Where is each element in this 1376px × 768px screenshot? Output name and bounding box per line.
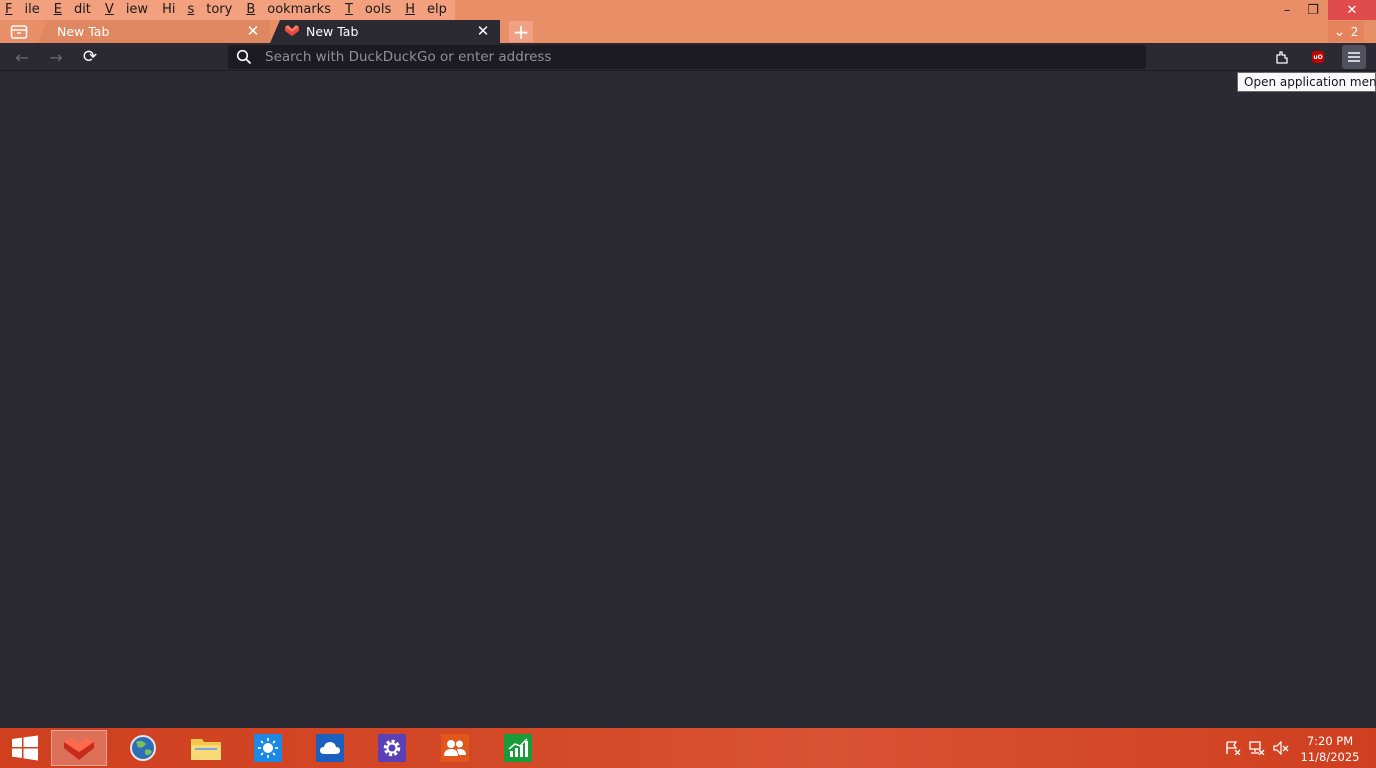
menu-view[interactable]: View [105, 0, 150, 20]
tab-title: New Tab [306, 24, 359, 39]
finance-tile [504, 734, 532, 762]
onedrive-tile [316, 734, 344, 762]
speaker-muted-icon [1273, 741, 1289, 755]
list-all-tabs-button[interactable]: ⌄ 2 [1328, 21, 1364, 42]
taskbar-file-explorer[interactable] [178, 730, 234, 766]
clock-date: 11/8/2025 [1300, 750, 1360, 764]
puzzle-icon [1276, 51, 1288, 64]
menu-bar: File Edit View Hi s tory Bookmarks Tools H… [0, 0, 455, 20]
network-icon[interactable] [1248, 740, 1266, 756]
cloud-icon [320, 742, 340, 754]
ublock-origin-button[interactable]: uO [1306, 45, 1330, 69]
taskbar-onedrive[interactable] [302, 730, 358, 766]
start-button[interactable] [0, 728, 50, 768]
new-tab-button[interactable]: + [509, 20, 533, 44]
ethernet-icon [1249, 741, 1265, 755]
system-clock[interactable]: 7:20 PM 11/8/2025 [1300, 733, 1360, 765]
flag-icon [1226, 741, 1241, 755]
weather-tile [254, 734, 282, 762]
search-icon [236, 49, 252, 65]
taskbar-settings[interactable] [364, 730, 420, 766]
taskbar: 7:20 PM 11/8/2025 [0, 728, 1376, 768]
page-content[interactable] [0, 71, 1376, 728]
forward-arrow-icon: → [49, 47, 63, 67]
firefox-view-icon [10, 24, 28, 39]
taskbar-firefox[interactable] [51, 730, 107, 766]
menu-edit[interactable]: Edit [54, 0, 93, 20]
chart-icon [508, 738, 528, 757]
menu-file[interactable]: File [5, 0, 42, 20]
tab-new-tab-2[interactable]: New Tab ✕ [270, 20, 500, 43]
close-window-button[interactable]: ✕ [1328, 0, 1376, 20]
menu-help[interactable]: Help [405, 0, 449, 20]
firefox-favicon-icon [285, 25, 299, 36]
folder-icon [191, 739, 221, 760]
navigation-bar: ← → ⟳ uO [0, 43, 1376, 71]
ublock-icon: uO [1312, 51, 1324, 63]
globe-icon [130, 735, 156, 761]
restore-button[interactable]: ❐ [1300, 0, 1326, 20]
sun-icon [258, 738, 278, 758]
reload-button[interactable]: ⟳ [78, 46, 102, 68]
taskbar-people[interactable] [427, 730, 483, 766]
people-tile [441, 734, 469, 762]
extensions-button[interactable] [1270, 45, 1294, 69]
back-button[interactable]: ← [10, 46, 34, 68]
application-menu-tooltip: Open application menu [1237, 72, 1376, 92]
tab-title: New Tab [57, 24, 110, 39]
taskbar-earth[interactable] [115, 730, 171, 766]
menu-tools[interactable]: Tools [345, 0, 393, 20]
close-tab-icon[interactable]: ✕ [246, 23, 260, 39]
gear-icon [383, 739, 401, 757]
tab-count: 2 [1350, 24, 1359, 39]
forward-button[interactable]: → [44, 46, 68, 68]
title-bar: File Edit View Hi s tory Bookmarks Tools H… [0, 0, 1376, 20]
firefox-developer-icon [64, 737, 94, 760]
chevron-down-icon: ⌄ [1333, 23, 1346, 40]
back-arrow-icon: ← [15, 47, 29, 67]
windows-logo-icon [12, 735, 38, 761]
search-input[interactable] [265, 47, 1125, 67]
hamburger-icon [1348, 52, 1360, 62]
menu-bookmarks[interactable]: Bookmarks [246, 0, 333, 20]
taskbar-weather[interactable] [240, 730, 296, 766]
action-center-icon[interactable] [1224, 740, 1242, 756]
firefox-view-button[interactable] [9, 22, 29, 41]
volume-muted-icon[interactable] [1272, 740, 1290, 756]
tab-strip: New Tab ✕ New Tab ✕ + ⌄ 2 [0, 20, 1376, 44]
open-application-menu-button[interactable] [1342, 45, 1366, 69]
address-bar[interactable] [228, 45, 1146, 69]
people-icon [444, 740, 466, 756]
close-tab-icon[interactable]: ✕ [476, 23, 490, 39]
clock-time: 7:20 PM [1306, 734, 1354, 748]
taskbar-finance[interactable] [490, 730, 546, 766]
settings-tile [378, 734, 406, 762]
tab-new-tab-1[interactable]: New Tab ✕ [38, 20, 270, 43]
menu-history[interactable]: Hi s tory [162, 0, 234, 20]
minimize-button[interactable]: – [1274, 0, 1300, 20]
reload-icon: ⟳ [82, 47, 98, 67]
